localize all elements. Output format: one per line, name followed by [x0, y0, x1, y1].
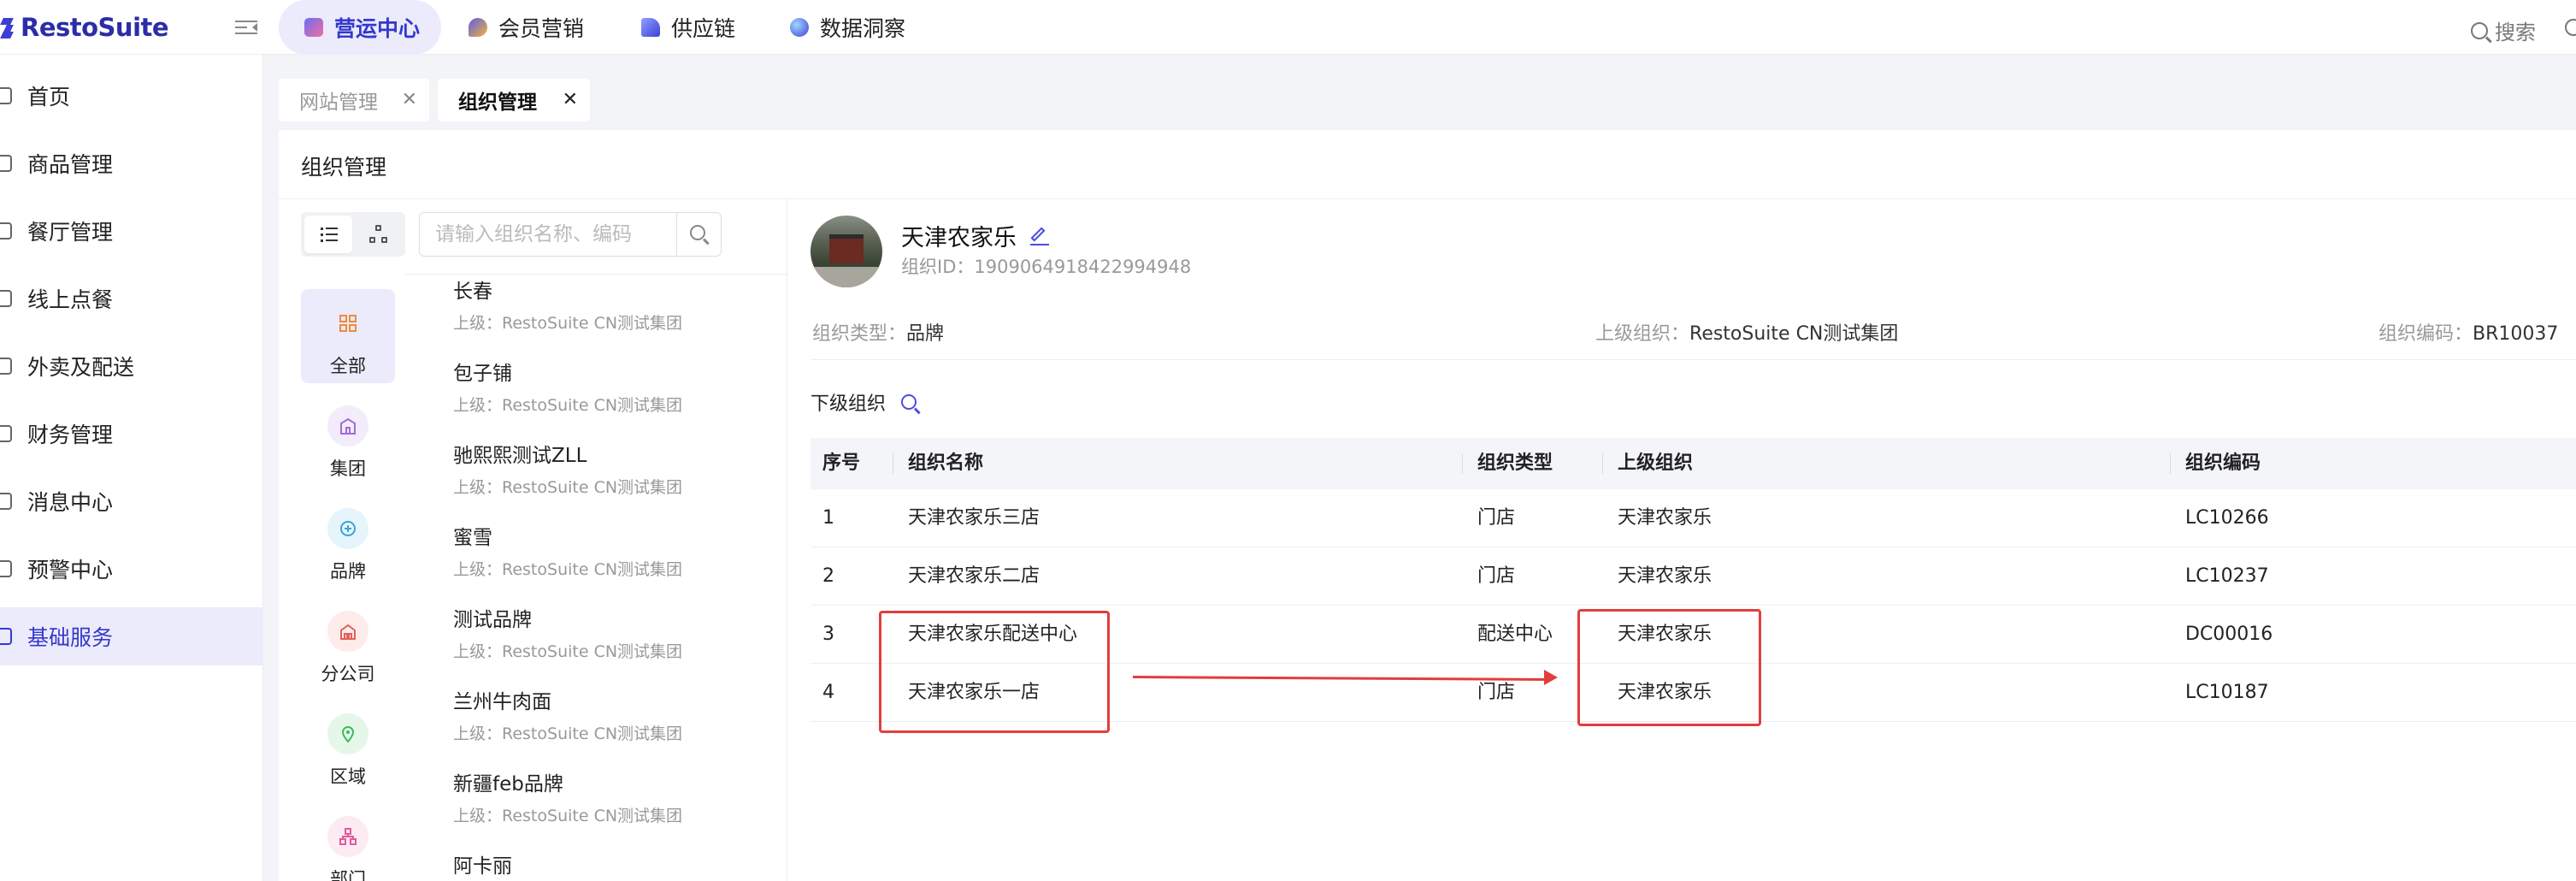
type-filter-region[interactable]: 区域: [301, 700, 395, 794]
divider: [811, 359, 2576, 360]
sidebar-item-online-order[interactable]: 线上点餐: [0, 269, 263, 328]
sidebar-item-alerts[interactable]: 预警中心: [0, 540, 263, 598]
org-parent-field: 上级组织：RestoSuite CN测试集团: [1595, 323, 1899, 345]
sidebar-item-messages[interactable]: 消息中心: [0, 472, 263, 530]
org-tree-icon: [369, 225, 388, 244]
finance-icon: [0, 425, 12, 442]
edit-pencil-icon[interactable]: [1030, 227, 1049, 245]
org-type-field: 组织类型：品牌: [812, 323, 945, 345]
type-filter-department[interactable]: 部门: [301, 802, 395, 881]
sidebar-item-delivery[interactable]: 外卖及配送: [0, 337, 263, 395]
member-icon: [469, 18, 487, 37]
top-bar: RestoSuite 营运中心 会员营销 供应链 数据洞察 搜索: [0, 0, 2576, 55]
sidebar: 首页 商品管理 餐厅管理 线上点餐 外卖及配送 财务管理 消息中心 预警中心 基…: [0, 55, 263, 881]
divider: [279, 198, 2576, 199]
order-icon: [0, 290, 12, 307]
column-header: 组织名称: [908, 452, 984, 474]
supply-icon: [641, 18, 660, 37]
column-header: 序号: [822, 452, 861, 474]
org-list-item[interactable]: 兰州牛肉面 上级：RestoSuite CN测试集团: [453, 689, 778, 772]
column-header: 上级组织: [1618, 452, 1694, 474]
org-search-box: [419, 212, 722, 257]
column-header: 组织类型: [1477, 452, 1553, 474]
type-filter-all[interactable]: 全部: [301, 289, 395, 383]
main-panel: 组织管理 全部 集团: [279, 130, 2576, 881]
search-icon[interactable]: [901, 394, 917, 410]
search-icon: [2471, 21, 2488, 39]
logo[interactable]: RestoSuite: [0, 7, 169, 48]
org-list-item[interactable]: 测试品牌 上级：RestoSuite CN测试集团: [453, 607, 778, 689]
org-list-item[interactable]: 蜜雪 上级：RestoSuite CN测试集团: [453, 525, 778, 607]
sidebar-item-finance[interactable]: 财务管理: [0, 405, 263, 463]
ops-icon: [304, 18, 323, 37]
close-icon[interactable]: ✕: [563, 89, 578, 110]
org-list-item[interactable]: 包子铺 上级：RestoSuite CN测试集团: [453, 361, 778, 443]
column-header: 组织编码: [2185, 452, 2261, 474]
sub-org-title: 下级组织: [811, 388, 923, 416]
divider: [405, 274, 787, 275]
table-row[interactable]: 1 天津农家乐三店 门店 天津农家乐 LC10266: [811, 489, 2576, 547]
org-code-field: 组织编码：BR10037: [2379, 323, 2559, 345]
nav-tab-ops[interactable]: 营运中心: [279, 0, 441, 55]
org-list-item[interactable]: 长春 上级：RestoSuite CN测试集团: [453, 279, 778, 361]
view-toggle: [301, 212, 405, 257]
message-icon: [0, 493, 12, 510]
home-icon: [0, 87, 12, 104]
delivery-icon: [0, 358, 12, 375]
type-filter-group[interactable]: 集团: [301, 392, 395, 486]
highlight-box-org-names: [879, 611, 1110, 733]
type-filter-branch[interactable]: 分公司: [301, 597, 395, 691]
org-avatar: [811, 216, 882, 287]
grid-icon: [0, 628, 12, 645]
grid-icon: [339, 315, 357, 332]
tab-org-management[interactable]: 组织管理 ✕: [438, 79, 590, 121]
sub-org-table-header: 序号 组织名称 组织类型 上级组织 组织编码: [811, 438, 2576, 489]
logo-mark-icon: [0, 13, 17, 42]
bell-icon: [0, 560, 12, 577]
sidebar-item-products[interactable]: 商品管理: [0, 134, 263, 192]
nav-tab-data[interactable]: 数据洞察: [790, 0, 905, 55]
logo-text: RestoSuite: [21, 13, 169, 42]
org-list-item[interactable]: 阿卡丽: [453, 854, 778, 881]
org-list-item[interactable]: 驰熙熙测试ZLL 上级：RestoSuite CN测试集团: [453, 443, 778, 525]
global-search[interactable]: 搜索: [2471, 15, 2536, 45]
close-icon[interactable]: ✕: [402, 89, 417, 110]
page-title: 组织管理: [301, 155, 387, 180]
type-filter-brand[interactable]: 品牌: [301, 494, 395, 588]
search-icon: [690, 225, 705, 240]
list-icon: [321, 227, 338, 242]
data-icon: [790, 18, 809, 37]
box-icon: [0, 155, 12, 172]
sidebar-item-restaurants[interactable]: 餐厅管理: [0, 202, 263, 260]
location-pin-icon: [341, 726, 355, 743]
table-row[interactable]: 2 天津农家乐二店 门店 天津农家乐 LC10237: [811, 547, 2576, 606]
brand-icon: [340, 521, 356, 536]
arrow-head-icon: [1544, 670, 1558, 685]
store-icon: [0, 222, 12, 239]
org-search-input[interactable]: [435, 222, 675, 247]
tree-view-button[interactable]: [354, 216, 402, 253]
building-icon: [340, 417, 356, 435]
department-icon: [339, 828, 357, 845]
globe-icon[interactable]: [2565, 19, 2576, 36]
list-view-button[interactable]: [304, 216, 352, 253]
nav-tab-supply[interactable]: 供应链: [641, 0, 735, 55]
sidebar-item-basic-services[interactable]: 基础服务: [0, 607, 263, 665]
collapse-menu-icon[interactable]: [235, 15, 257, 39]
highlight-box-parent-orgs: [1577, 609, 1761, 726]
org-id: 组织ID：1909064918422994948: [901, 257, 1192, 277]
nav-tab-member[interactable]: 会员营销: [469, 0, 584, 55]
tab-website-management[interactable]: 网站管理 ✕: [279, 79, 429, 121]
sidebar-item-home[interactable]: 首页: [0, 67, 263, 125]
org-list-item[interactable]: 新疆feb品牌 上级：RestoSuite CN测试集团: [453, 772, 778, 854]
org-search-button[interactable]: [676, 213, 721, 256]
org-name: 天津农家乐: [901, 219, 1049, 252]
branch-office-icon: [340, 624, 356, 640]
